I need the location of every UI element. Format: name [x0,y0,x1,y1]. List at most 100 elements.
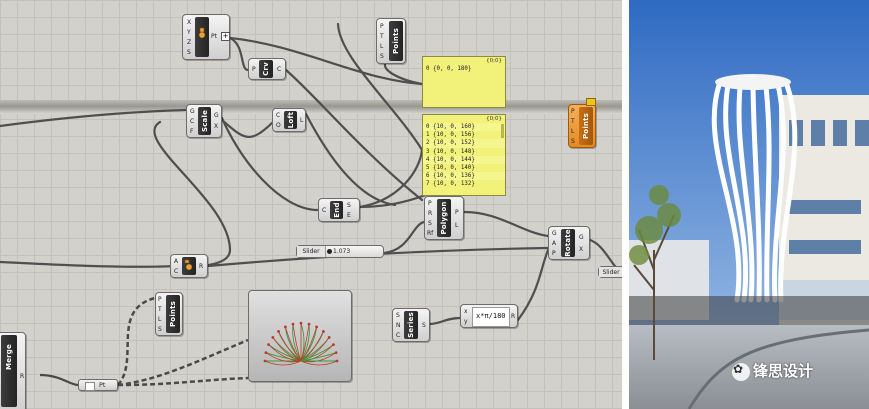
output-g[interactable]: G [579,234,584,241]
loft-component[interactable]: C O Loft L [272,108,306,132]
preview-point [334,351,338,354]
input-s[interactable]: S [380,53,384,60]
polygon-label: Polygon [440,201,448,235]
input-f[interactable]: F [190,128,193,135]
input-p[interactable]: P [571,108,575,115]
input-g[interactable]: G [190,108,195,115]
panel-small[interactable]: {0;0} 0 {0, 0, 180} [422,56,506,108]
input-y[interactable]: y [464,318,468,325]
input-s[interactable]: S [158,326,162,333]
series-component[interactable]: S N C Series S [392,308,430,342]
output-s[interactable]: S [347,202,351,209]
rotate-component[interactable]: G A P Rotate G X [548,226,590,260]
graph-mapper[interactable] [248,290,352,382]
output-r[interactable]: R [199,263,203,270]
output-l[interactable]: L [300,117,303,124]
input-s[interactable]: S [571,138,575,145]
pt-menu-icon[interactable]: + [221,32,230,41]
expression-box[interactable]: x*π/180 [472,307,510,327]
scale-component[interactable]: G C F Scale G X [186,104,222,138]
pt-param[interactable]: Pt [78,379,118,391]
input-rf[interactable]: Rf [427,230,433,237]
input-l[interactable]: L [158,316,161,323]
slider-value: 1.073 [333,248,351,255]
input-c[interactable]: C [190,118,194,125]
series-label: Series [407,312,415,338]
component-body: Rotate [561,229,575,257]
input-z[interactable]: Z [187,39,191,46]
input-l[interactable]: L [380,43,383,50]
component-body: Loft [284,111,297,129]
rotate-label: Rotate [564,229,572,257]
anchor-component[interactable]: A C R [170,254,208,278]
input-s[interactable]: S [428,220,432,227]
input-p[interactable]: P [252,66,256,73]
panel-large[interactable]: {0;0} 0 {10, 0, 160} 1 {10, 0, 156} 2 {1… [422,114,506,196]
input-t[interactable]: T [158,306,162,313]
slider-grip-icon[interactable] [327,249,332,254]
preview-point [264,351,268,354]
output-e[interactable]: E [347,212,351,219]
output-x[interactable]: X [214,123,218,130]
points-component-selected[interactable]: P T L S Points [568,98,596,148]
input-o[interactable]: O [276,122,281,129]
wire [0,260,178,268]
input-c[interactable]: C [396,332,400,339]
pt-component[interactable]: X Y Z S Pt + [182,14,230,60]
input-p[interactable]: P [552,250,556,257]
input-p[interactable]: P [380,23,384,30]
expression-component[interactable]: x y x*π/180 R [460,304,518,328]
panel-row: 0 {10, 0, 160} [423,123,505,132]
input-t[interactable]: T [380,33,384,40]
wire [284,68,424,202]
wire [462,210,550,238]
points-label: Points [392,27,400,55]
input-t[interactable]: T [571,118,575,125]
dashed-wire [117,296,156,386]
input-p[interactable]: P [158,296,162,303]
points-component[interactable]: P T L S Points [155,292,183,336]
input-x[interactable]: X [187,19,191,26]
preview-point [332,343,335,346]
input-s[interactable]: S [187,49,191,56]
polygon-component[interactable]: P R S Rf Polygon P L [424,196,464,240]
number-slider[interactable]: Slider 1.073 [296,245,384,258]
merge-component[interactable]: Merge R [0,332,26,409]
input-s[interactable]: S [396,312,400,319]
input-g[interactable]: G [552,230,557,237]
panel-row: 3 {10, 0, 148} [426,148,475,155]
number-slider-edge[interactable]: Slider [598,266,622,278]
input-c[interactable]: C [276,112,280,119]
component-body: Polygon [437,199,451,237]
input-r[interactable]: R [428,210,432,217]
output-l[interactable]: L [455,222,458,229]
input-y[interactable]: Y [187,29,191,36]
input-x[interactable]: x [464,308,468,315]
preview-point [307,322,311,326]
input-l[interactable]: L [571,128,574,135]
crv-component[interactable]: P Crv C [248,58,286,80]
output-r[interactable]: R [511,313,515,320]
output-p[interactable]: P [455,209,459,216]
pt-name: Pt [99,381,106,389]
points-component[interactable]: P T L S Points [376,18,406,64]
input-c[interactable]: C [174,268,178,275]
grasshopper-canvas[interactable]: X Y Z S Pt + P T L S Points P Crv C G C [0,0,622,409]
preview-point [267,343,270,346]
dashed-wire [117,338,249,387]
screenshot: X Y Z S Pt + P T L S Points P Crv C G C [0,0,869,409]
output-s[interactable]: S [422,322,426,329]
input-a[interactable]: A [552,240,556,247]
panel-scrollbar[interactable] [501,124,504,138]
component-body: Series [404,311,418,339]
input-n[interactable]: N [396,322,401,329]
input-p[interactable]: P [428,200,432,207]
end-component[interactable]: C End S E [318,198,360,222]
input-a[interactable]: A [174,258,178,265]
output-x[interactable]: X [579,246,583,253]
output-c[interactable]: C [277,66,281,73]
input-c[interactable]: C [322,207,326,214]
output-g[interactable]: G [214,112,219,119]
output-r[interactable]: R [20,373,24,380]
divider [622,0,629,409]
